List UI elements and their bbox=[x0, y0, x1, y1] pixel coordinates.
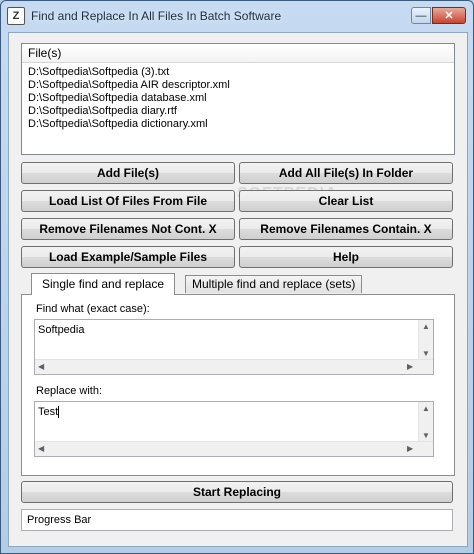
find-vertical-scrollbar[interactable]: ▲ ▼ bbox=[418, 320, 433, 360]
tab-multiple-find-replace[interactable]: Multiple find and replace (sets) bbox=[185, 275, 363, 293]
window-title: Find and Replace In All Files In Batch S… bbox=[31, 9, 282, 23]
progress-bar: Progress Bar bbox=[21, 509, 453, 531]
list-item[interactable]: D:\Softpedia\Softpedia AIR descriptor.xm… bbox=[22, 79, 454, 92]
scroll-down-icon[interactable]: ▼ bbox=[422, 432, 430, 440]
load-example-button[interactable]: Load Example/Sample Files bbox=[21, 246, 235, 268]
close-icon: ✕ bbox=[444, 10, 454, 22]
text-caret bbox=[58, 406, 60, 419]
find-horizontal-scrollbar[interactable]: ◀ ▶ bbox=[35, 359, 433, 374]
list-item[interactable]: D:\Softpedia\Softpedia dictionary.xml bbox=[22, 118, 454, 131]
add-files-button[interactable]: Add File(s) bbox=[21, 162, 235, 184]
file-list-header[interactable]: File(s) bbox=[22, 44, 454, 63]
replace-vertical-scrollbar[interactable]: ▲ ▼ bbox=[418, 402, 433, 442]
start-replacing-button[interactable]: Start Replacing bbox=[21, 481, 453, 503]
list-item[interactable]: D:\Softpedia\Softpedia (3).txt bbox=[22, 66, 454, 79]
scroll-left-icon[interactable]: ◀ bbox=[38, 445, 44, 453]
scroll-up-icon[interactable]: ▲ bbox=[422, 405, 430, 413]
scroll-left-icon[interactable]: ◀ bbox=[38, 363, 44, 371]
file-list[interactable]: File(s) D:\Softpedia\Softpedia (3).txt D… bbox=[21, 43, 455, 155]
add-folder-button[interactable]: Add All File(s) In Folder bbox=[239, 162, 453, 184]
find-value: Softpedia bbox=[38, 324, 85, 336]
tab-single-find-replace[interactable]: Single find and replace bbox=[31, 273, 176, 295]
remove-containing-button[interactable]: Remove Filenames Contain. X bbox=[239, 218, 453, 240]
client-area: File(s) D:\Softpedia\Softpedia (3).txt D… bbox=[8, 32, 468, 547]
scroll-down-icon[interactable]: ▼ bbox=[422, 350, 430, 358]
replace-value: Test bbox=[38, 406, 59, 418]
minimize-button[interactable]: — bbox=[411, 7, 431, 24]
replace-label: Replace with: bbox=[36, 385, 103, 397]
tab-strip: Single find and replace Multiple find an… bbox=[21, 273, 455, 295]
scroll-right-icon[interactable]: ▶ bbox=[407, 363, 413, 371]
tab-panel-single: Find what (exact case): Softpedia ▲ ▼ ◀ … bbox=[21, 294, 455, 476]
app-window: Z Find and Replace In All Files In Batch… bbox=[0, 0, 474, 554]
scroll-up-icon[interactable]: ▲ bbox=[422, 323, 430, 331]
title-bar[interactable]: Z Find and Replace In All Files In Batch… bbox=[1, 1, 473, 31]
minimize-icon: — bbox=[415, 10, 427, 22]
find-input[interactable]: Softpedia ▲ ▼ ◀ ▶ bbox=[34, 319, 434, 375]
replace-input[interactable]: Test ▲ ▼ ◀ ▶ bbox=[34, 401, 434, 457]
scroll-right-icon[interactable]: ▶ bbox=[407, 445, 413, 453]
load-list-button[interactable]: Load List Of Files From File bbox=[21, 190, 235, 212]
remove-not-containing-button[interactable]: Remove Filenames Not Cont. X bbox=[21, 218, 235, 240]
clear-list-button[interactable]: Clear List bbox=[239, 190, 453, 212]
find-label: Find what (exact case): bbox=[36, 303, 150, 315]
list-item[interactable]: D:\Softpedia\Softpedia database.xml bbox=[22, 92, 454, 105]
replace-horizontal-scrollbar[interactable]: ◀ ▶ bbox=[35, 441, 433, 456]
list-item[interactable]: D:\Softpedia\Softpedia diary.rtf bbox=[22, 105, 454, 118]
app-icon[interactable]: Z bbox=[7, 7, 25, 25]
help-button[interactable]: Help bbox=[239, 246, 453, 268]
close-button[interactable]: ✕ bbox=[432, 7, 466, 24]
